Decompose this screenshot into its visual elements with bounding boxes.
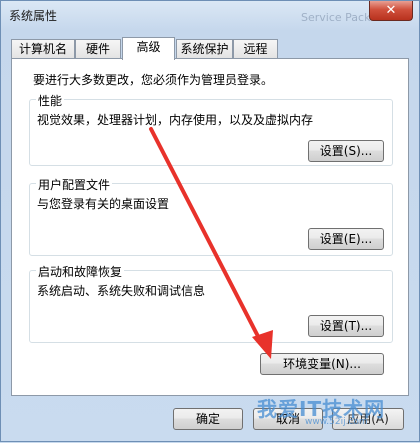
site-watermark: 我爱IT技术网 www.52ij.com xyxy=(257,393,385,427)
tab-computer-name[interactable]: 计算机名 xyxy=(11,39,75,59)
user-profiles-group-title: 用户配置文件 xyxy=(36,176,113,193)
watermark-url: www.52ij.com xyxy=(305,417,368,427)
user-profiles-settings-button[interactable]: 设置(E)... xyxy=(308,228,384,250)
user-profiles-description: 与您登录有关的桌面设置 xyxy=(37,197,170,211)
performance-settings-button[interactable]: 设置(S)... xyxy=(308,140,384,162)
advanced-tab-panel: 要进行大多数更改，您必须作为管理员登录。 性能 视觉效果，处理器计划，内存使用，… xyxy=(11,58,409,396)
admin-notice: 要进行大多数更改，您必须作为管理员登录。 xyxy=(33,73,274,87)
system-properties-dialog: 系统属性 Service Pack 1 ✕ 计算机名 硬件 高级 系统保护 远程… xyxy=(0,0,420,442)
title-bar[interactable]: 系统属性 Service Pack 1 ✕ xyxy=(1,1,419,31)
startup-recovery-group-title: 启动和故障恢复 xyxy=(36,263,125,280)
user-profiles-group: 用户配置文件 与您登录有关的桌面设置 设置(E)... xyxy=(29,176,393,256)
environment-variables-button[interactable]: 环境变量(N)... xyxy=(260,353,384,375)
performance-group: 性能 视觉效果，处理器计划，内存使用，以及及虚拟内存 设置(S)... xyxy=(29,92,393,166)
performance-description: 视觉效果，处理器计划，内存使用，以及及虚拟内存 xyxy=(37,113,314,127)
startup-recovery-group: 启动和故障恢复 系统启动、系统失败和调试信息 设置(T)... xyxy=(29,263,393,343)
window-title: 系统属性 xyxy=(9,9,58,23)
close-icon: ✕ xyxy=(385,3,397,18)
tab-hardware[interactable]: 硬件 xyxy=(75,39,121,59)
tab-advanced[interactable]: 高级 xyxy=(122,37,175,60)
startup-recovery-settings-button[interactable]: 设置(T)... xyxy=(308,315,384,337)
ok-button[interactable]: 确定 xyxy=(173,408,243,430)
tab-system-protection[interactable]: 系统保护 xyxy=(176,39,233,59)
tab-remote[interactable]: 远程 xyxy=(233,39,278,59)
startup-recovery-description: 系统启动、系统失败和调试信息 xyxy=(37,284,206,298)
performance-group-title: 性能 xyxy=(36,92,65,109)
close-button[interactable]: ✕ xyxy=(369,1,413,21)
